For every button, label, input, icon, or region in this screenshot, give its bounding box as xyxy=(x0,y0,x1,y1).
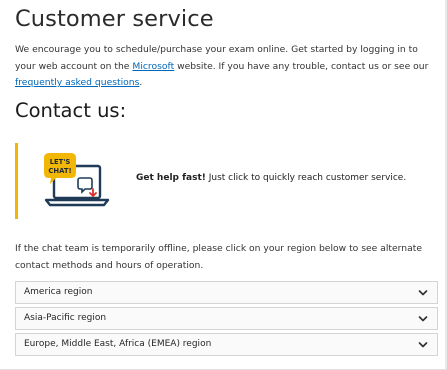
region-label: America region xyxy=(24,287,93,297)
laptop-chat-icon[interactable]: LET'S CHAT! xyxy=(42,152,116,212)
contact-us-heading: Contact us: xyxy=(15,99,127,122)
region-label: Asia-Pacific region xyxy=(24,313,107,323)
chat-card-description: Just click to quickly reach customer ser… xyxy=(205,173,407,183)
chat-card-text[interactable]: Get help fast! Just click to quickly rea… xyxy=(136,173,406,183)
customer-service-page: Customer service We encourage you to sch… xyxy=(0,0,447,370)
region-accordion-emea[interactable]: Europe, Middle East, Africa (EMEA) regio… xyxy=(15,333,438,356)
chevron-down-icon xyxy=(418,316,428,322)
intro-text-after: . xyxy=(139,77,143,88)
offline-notice: If the chat team is temporarily offline,… xyxy=(15,243,422,271)
intro-paragraph: We encourage you to schedule/purchase yo… xyxy=(15,42,440,92)
chat-card[interactable]: LET'S CHAT! Get help fast! Just click to… xyxy=(15,143,439,219)
chat-card-bold: Get help fast! xyxy=(136,173,206,183)
badge-line2: CHAT! xyxy=(48,167,71,175)
region-accordion-america[interactable]: America region xyxy=(15,281,438,304)
microsoft-link[interactable]: Microsoft xyxy=(132,61,174,72)
region-label: Europe, Middle East, Africa (EMEA) regio… xyxy=(24,339,212,349)
chevron-down-icon xyxy=(418,290,428,296)
badge-line1: LET'S xyxy=(50,158,71,166)
region-accordion-asia-pacific[interactable]: Asia-Pacific region xyxy=(15,307,438,330)
faq-link[interactable]: frequently asked questions xyxy=(15,77,139,88)
page-title: Customer service xyxy=(15,6,214,32)
intro-text-middle: website. If you have any trouble, contac… xyxy=(174,60,429,72)
chevron-down-icon xyxy=(418,342,428,348)
